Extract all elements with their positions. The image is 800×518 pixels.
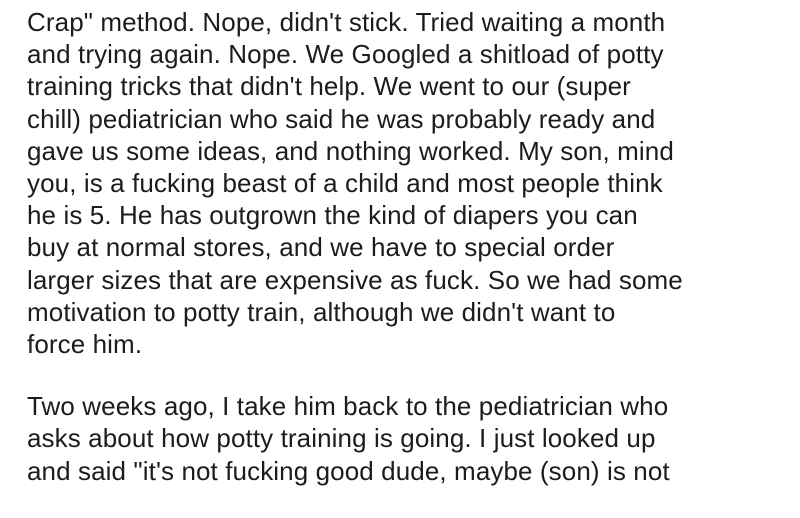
- text-line: and trying again. Nope. We Googled a shi…: [27, 39, 664, 70]
- text-line: buy at normal stores, and we have to spe…: [27, 232, 615, 263]
- text-line: Crap" method. Nope, didn't stick. Tried …: [27, 7, 666, 37]
- text-line: and said "it's not fucking good dude, ma…: [27, 455, 670, 486]
- text-line: Two weeks ago, I take him back to the pe…: [27, 391, 669, 422]
- text-line: motivation to potty train, although we d…: [27, 296, 616, 327]
- text-line: asks about how potty training is going. …: [27, 423, 656, 454]
- text-line: he is 5. He has outgrown the kind of dia…: [27, 200, 638, 231]
- text-line: training tricks that didn't help. We wen…: [27, 71, 631, 102]
- text-line: chill) pediatrician who said he was prob…: [27, 103, 656, 134]
- paragraph-1: Crap" method. Nope, didn't stick. Tried …: [27, 6, 793, 360]
- text-line: larger sizes that are expensive as fuck.…: [27, 264, 683, 295]
- text-line: gave us some ideas, and nothing worked. …: [27, 135, 674, 166]
- post-text: Crap" method. Nope, didn't stick. Tried …: [27, 6, 793, 487]
- text-line: you, is a fucking beast of a child and m…: [27, 168, 663, 199]
- paragraph-2: Two weeks ago, I take him back to the pe…: [27, 390, 793, 487]
- text-line: force him.: [27, 329, 143, 360]
